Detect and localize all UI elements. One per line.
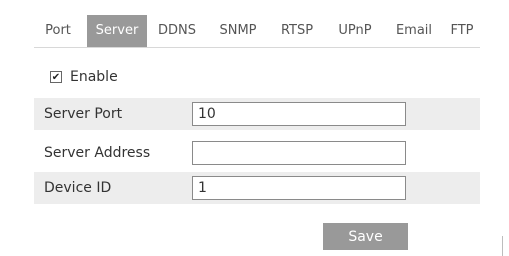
server-port-row: Server Port [34, 98, 480, 130]
tab-snmp[interactable]: SNMP [211, 15, 265, 47]
tab-upnp[interactable]: UPnP [328, 15, 382, 47]
device-id-row: Device ID [34, 172, 480, 204]
enable-checkbox[interactable]: ✔ [50, 71, 62, 83]
tab-ftp[interactable]: FTP [444, 15, 480, 47]
enable-row: ✔ Enable [50, 66, 118, 88]
tab-ddns[interactable]: DDNS [152, 15, 202, 47]
server-address-row: Server Address [34, 137, 480, 169]
device-id-input[interactable] [192, 176, 406, 200]
tab-port[interactable]: Port [34, 15, 82, 47]
device-id-label: Device ID [44, 180, 112, 196]
tab-email[interactable]: Email [389, 15, 439, 47]
save-button[interactable]: Save [323, 223, 408, 250]
tab-bar: Port Server DDNS SNMP RTSP UPnP Email FT… [34, 15, 480, 48]
tab-rtsp[interactable]: RTSP [272, 15, 322, 47]
edge-divider [502, 236, 503, 256]
enable-label: Enable [70, 69, 118, 85]
server-address-input[interactable] [192, 141, 406, 165]
server-port-label: Server Port [44, 106, 123, 122]
server-address-label: Server Address [44, 145, 151, 161]
tab-server[interactable]: Server [87, 15, 147, 47]
server-port-input[interactable] [192, 102, 406, 126]
